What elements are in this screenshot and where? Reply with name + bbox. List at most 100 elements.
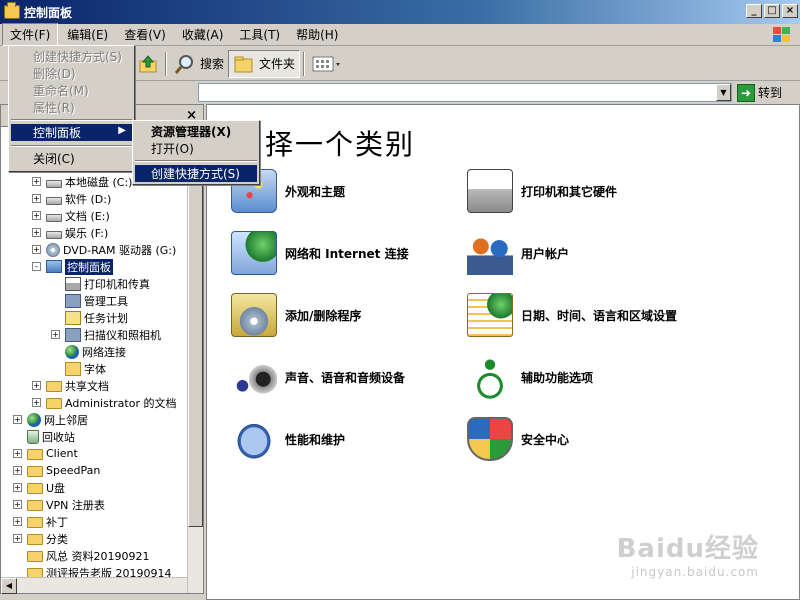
- expand-icon[interactable]: +: [32, 398, 41, 407]
- tree-vertical-scrollbar[interactable]: ▲: [187, 127, 204, 593]
- tree-item[interactable]: + 娱乐 (F:): [32, 224, 108, 241]
- menu-file[interactable]: 文件(F): [2, 23, 59, 46]
- folders-button[interactable]: 文件夹: [228, 49, 301, 78]
- category-user-accounts[interactable]: 用户帐户: [467, 231, 569, 275]
- collapse-icon[interactable]: -: [32, 262, 41, 271]
- minimize-button[interactable]: _: [746, 4, 762, 18]
- tree-item[interactable]: 任务计划: [51, 309, 128, 326]
- category-sound[interactable]: 声音、语音和音频设备: [231, 355, 405, 399]
- expand-icon[interactable]: +: [13, 500, 22, 509]
- toolbar-separator: [165, 51, 167, 76]
- expand-icon[interactable]: +: [13, 534, 22, 543]
- views-button[interactable]: [308, 50, 346, 78]
- category-performance[interactable]: 性能和维护: [231, 417, 345, 461]
- clock-icon: [65, 310, 81, 325]
- folder-icon: [46, 398, 62, 409]
- close-button[interactable]: ×: [782, 4, 798, 18]
- tree-item[interactable]: 字体: [51, 360, 106, 377]
- tree-item[interactable]: + 扫描仪和照相机: [51, 326, 161, 343]
- tree-item[interactable]: + VPN 注册表: [13, 496, 105, 513]
- expand-icon[interactable]: +: [32, 194, 41, 203]
- menu-item-create-shortcut-sub[interactable]: 创建快捷方式(S): [135, 165, 257, 182]
- category-printers-hardware[interactable]: 打印机和其它硬件: [467, 169, 617, 213]
- tree-item[interactable]: + SpeedPan: [13, 462, 100, 479]
- tree-item-label: 分类: [46, 532, 68, 546]
- tree-item[interactable]: + Client: [13, 445, 78, 462]
- date-time-icon: [467, 293, 513, 337]
- go-button[interactable]: ➜ 转到: [737, 83, 782, 102]
- tree-item-label: SpeedPan: [46, 464, 101, 477]
- address-dropdown-button[interactable]: ▼: [716, 84, 731, 101]
- globe-icon: [27, 412, 41, 427]
- file-menu: 创建快捷方式(S) 删除(D) 重命名(M) 属性(R) 控制面板 ▶ 关闭(C…: [8, 45, 135, 172]
- menu-item-rename[interactable]: 重命名(M): [11, 82, 132, 99]
- tree-item[interactable]: + U盘: [13, 479, 65, 496]
- search-icon: [174, 54, 193, 74]
- folder-icon: [27, 551, 43, 562]
- expand-icon[interactable]: +: [51, 330, 60, 339]
- menu-favorites[interactable]: 收藏(A): [175, 24, 231, 45]
- tree-item-label: 风总 资料20190921: [46, 549, 150, 563]
- expand-icon[interactable]: +: [32, 381, 41, 390]
- title-bar[interactable]: 控制面板 _ □ ×: [0, 0, 800, 24]
- menu-view[interactable]: 查看(V): [117, 24, 173, 45]
- tree-item[interactable]: + 共享文档: [32, 377, 109, 394]
- menu-item-delete[interactable]: 删除(D): [11, 65, 132, 82]
- tree-item[interactable]: + 分类: [13, 530, 68, 547]
- security-center-icon: [467, 417, 513, 461]
- tree-horizontal-scrollbar[interactable]: ◀: [1, 577, 187, 594]
- menu-item-control-panel[interactable]: 控制面板 ▶: [11, 124, 132, 141]
- expand-icon[interactable]: +: [13, 415, 22, 424]
- scroll-thumb[interactable]: [188, 167, 203, 527]
- menu-item-create-shortcut[interactable]: 创建快捷方式(S): [11, 48, 132, 65]
- category-security-center[interactable]: 安全中心: [467, 417, 569, 461]
- tree-item-label: Administrator 的文档: [65, 396, 177, 410]
- tree-item[interactable]: + 补丁: [13, 513, 68, 530]
- tree-item[interactable]: + 本地磁盘 (C:): [32, 173, 132, 190]
- expand-icon[interactable]: +: [13, 449, 22, 458]
- address-field[interactable]: ▼: [198, 83, 732, 102]
- search-label: 搜索: [200, 57, 225, 71]
- menu-item-explorer[interactable]: 资源管理器(X): [135, 123, 257, 140]
- tree-item-label: 网络连接: [82, 345, 126, 359]
- menu-edit[interactable]: 编辑(E): [60, 24, 115, 45]
- menu-help[interactable]: 帮助(H): [289, 24, 345, 45]
- category-network-internet[interactable]: 网络和 Internet 连接: [231, 231, 409, 275]
- category-label: 声音、语音和音频设备: [285, 370, 406, 385]
- expand-icon[interactable]: +: [32, 211, 41, 220]
- scroll-left-button[interactable]: ◀: [1, 578, 17, 594]
- tree-item[interactable]: 打印机和传真: [51, 275, 150, 292]
- menu-item-open[interactable]: 打开(O): [135, 140, 257, 157]
- menu-tools[interactable]: 工具(T): [232, 24, 287, 45]
- expand-icon[interactable]: +: [13, 517, 22, 526]
- category-date-time-language[interactable]: 日期、时间、语言和区域设置: [467, 293, 677, 337]
- category-accessibility[interactable]: 辅助功能选项: [467, 355, 593, 399]
- tree-item[interactable]: 风总 资料20190921: [13, 547, 150, 564]
- expand-icon[interactable]: +: [13, 483, 22, 492]
- tree-item[interactable]: 网络连接: [51, 343, 126, 360]
- tree-item-label: 文档 (E:): [65, 209, 110, 223]
- tree-item[interactable]: + 网上邻居: [13, 411, 88, 428]
- menu-item-close[interactable]: 关闭(C): [11, 150, 132, 167]
- expand-icon[interactable]: +: [32, 228, 41, 237]
- tree-item-label: Client: [46, 447, 78, 460]
- expand-icon[interactable]: +: [13, 466, 22, 475]
- tree-item[interactable]: 管理工具: [51, 292, 128, 309]
- maximize-button[interactable]: □: [764, 4, 780, 18]
- search-button[interactable]: 搜索: [170, 50, 228, 78]
- category-add-remove-programs[interactable]: 添加/删除程序: [231, 293, 361, 337]
- tree-item-label: 本地磁盘 (C:): [65, 175, 133, 189]
- tree-item[interactable]: 回收站: [13, 428, 75, 445]
- gear-icon: [65, 293, 81, 308]
- expand-icon[interactable]: +: [32, 177, 41, 186]
- tree-item[interactable]: + DVD-RAM 驱动器 (G:): [32, 241, 176, 258]
- tree-item[interactable]: + 软件 (D:): [32, 190, 111, 207]
- menu-item-properties[interactable]: 属性(R): [11, 99, 132, 116]
- tree-item[interactable]: + 文档 (E:): [32, 207, 110, 224]
- up-folder-icon: [139, 54, 157, 72]
- expand-icon[interactable]: +: [32, 245, 41, 254]
- tree-item[interactable]: - 控制面板: [32, 257, 114, 276]
- folder-icon: [27, 534, 43, 545]
- tree-item[interactable]: + Administrator 的文档: [32, 394, 176, 411]
- up-button[interactable]: [134, 50, 162, 78]
